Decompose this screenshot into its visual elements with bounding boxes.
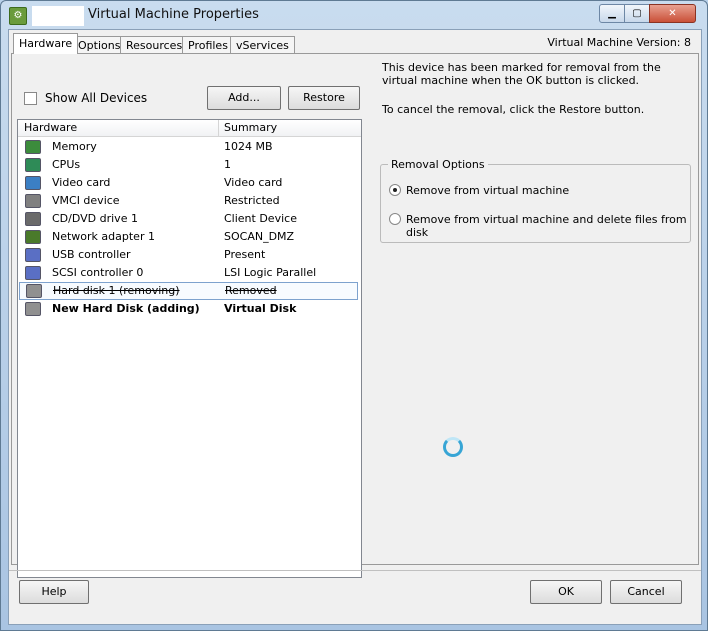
restore-button[interactable]: Restore: [288, 86, 360, 110]
busy-spinner-icon: [443, 437, 463, 457]
remove-and-delete-radio[interactable]: [389, 213, 401, 225]
maximize-button[interactable]: ▢: [624, 4, 650, 23]
usb-icon: [25, 248, 41, 262]
vm-version-label: Virtual Machine Version: 8: [547, 36, 691, 49]
vsphere-icon: ⚙: [9, 7, 27, 25]
tab-hardware[interactable]: Hardware: [13, 33, 79, 54]
item-name: Memory: [52, 140, 97, 153]
network-icon: [25, 230, 41, 244]
properties-window: ⚙ Virtual Machine Properties ▁ ▢ ✕ Hardw…: [0, 0, 708, 631]
item-summary: Video card: [224, 176, 283, 189]
item-name: SCSI controller 0: [52, 266, 144, 279]
item-summary: Present: [224, 248, 266, 261]
scsi-icon: [25, 266, 41, 280]
show-all-devices-label[interactable]: Show All Devices: [45, 91, 147, 105]
column-header-hardware[interactable]: Hardware: [24, 121, 77, 134]
item-name: CD/DVD drive 1: [52, 212, 138, 225]
item-summary: SOCAN_DMZ: [224, 230, 295, 243]
tab-resources[interactable]: Resources: [120, 36, 189, 54]
remove-from-vm-label[interactable]: Remove from virtual machine: [406, 184, 569, 197]
redacted-vm-name: [32, 6, 84, 26]
item-summary: Client Device: [224, 212, 297, 225]
item-name: Video card: [52, 176, 111, 189]
device-icon: [25, 194, 41, 208]
tab-profiles[interactable]: Profiles: [182, 36, 234, 54]
tab-vservices[interactable]: vServices: [230, 36, 295, 54]
window-title: Virtual Machine Properties: [88, 7, 259, 22]
list-item[interactable]: Video card Video card: [18, 174, 359, 192]
add-button[interactable]: Add...: [207, 86, 281, 110]
monitor-icon: [25, 176, 41, 190]
help-button[interactable]: Help: [19, 580, 89, 604]
list-header: Hardware Summary: [18, 120, 361, 137]
item-name: CPUs: [52, 158, 81, 171]
close-button[interactable]: ✕: [649, 4, 696, 23]
hardware-panel: Show All Devices Add... Restore Hardware…: [11, 53, 699, 578]
column-divider[interactable]: [218, 120, 219, 136]
list-item[interactable]: New Hard Disk (adding) Virtual Disk: [18, 300, 359, 318]
item-summary: Removed: [225, 284, 277, 297]
list-item[interactable]: VMCI device Restricted: [18, 192, 359, 210]
item-summary: 1: [224, 158, 231, 171]
removal-notice: This device has been marked for removal …: [382, 61, 661, 87]
item-name: New Hard Disk (adding): [52, 302, 200, 315]
item-name: VMCI device: [52, 194, 120, 207]
memory-icon: [25, 140, 41, 154]
minimize-button[interactable]: ▁: [599, 4, 625, 23]
hardware-list[interactable]: Hardware Summary Memory 1024 MB CPUs 1 V…: [17, 119, 362, 578]
list-item-selected[interactable]: Hard disk 1 (removing) Removed: [19, 282, 358, 300]
show-all-devices-checkbox[interactable]: [24, 92, 37, 105]
dialog-client: Hardware Options Resources Profiles vSer…: [8, 29, 702, 625]
remove-from-vm-radio[interactable]: [389, 184, 401, 196]
column-header-summary[interactable]: Summary: [224, 121, 277, 134]
item-summary: Restricted: [224, 194, 280, 207]
item-name: Network adapter 1: [52, 230, 155, 243]
item-name: Hard disk 1 (removing): [53, 284, 180, 297]
removal-options-group: Removal Options Remove from virtual mach…: [380, 158, 691, 243]
item-name: USB controller: [52, 248, 131, 261]
cd-drive-icon: [25, 212, 41, 226]
item-summary: 1024 MB: [224, 140, 273, 153]
list-item[interactable]: USB controller Present: [18, 246, 359, 264]
remove-and-delete-label[interactable]: Remove from virtual machine and delete f…: [406, 213, 690, 239]
item-summary: Virtual Disk: [224, 302, 297, 315]
item-summary: LSI Logic Parallel: [224, 266, 317, 279]
list-item[interactable]: CD/DVD drive 1 Client Device: [18, 210, 359, 228]
ok-button[interactable]: OK: [530, 580, 602, 604]
list-item[interactable]: Network adapter 1 SOCAN_DMZ: [18, 228, 359, 246]
tab-options[interactable]: Options: [72, 36, 127, 54]
footer-divider: [9, 570, 701, 571]
hard-disk-icon: [26, 284, 42, 298]
list-item[interactable]: Memory 1024 MB: [18, 138, 359, 156]
restore-notice: To cancel the removal, click the Restore…: [382, 103, 645, 116]
list-item[interactable]: SCSI controller 0 LSI Logic Parallel: [18, 264, 359, 282]
list-item[interactable]: CPUs 1: [18, 156, 359, 174]
cpu-icon: [25, 158, 41, 172]
hard-disk-icon: [25, 302, 41, 316]
cancel-button[interactable]: Cancel: [610, 580, 682, 604]
title-bar[interactable]: ⚙ Virtual Machine Properties ▁ ▢ ✕: [1, 1, 707, 29]
removal-options-title: Removal Options: [388, 158, 488, 171]
